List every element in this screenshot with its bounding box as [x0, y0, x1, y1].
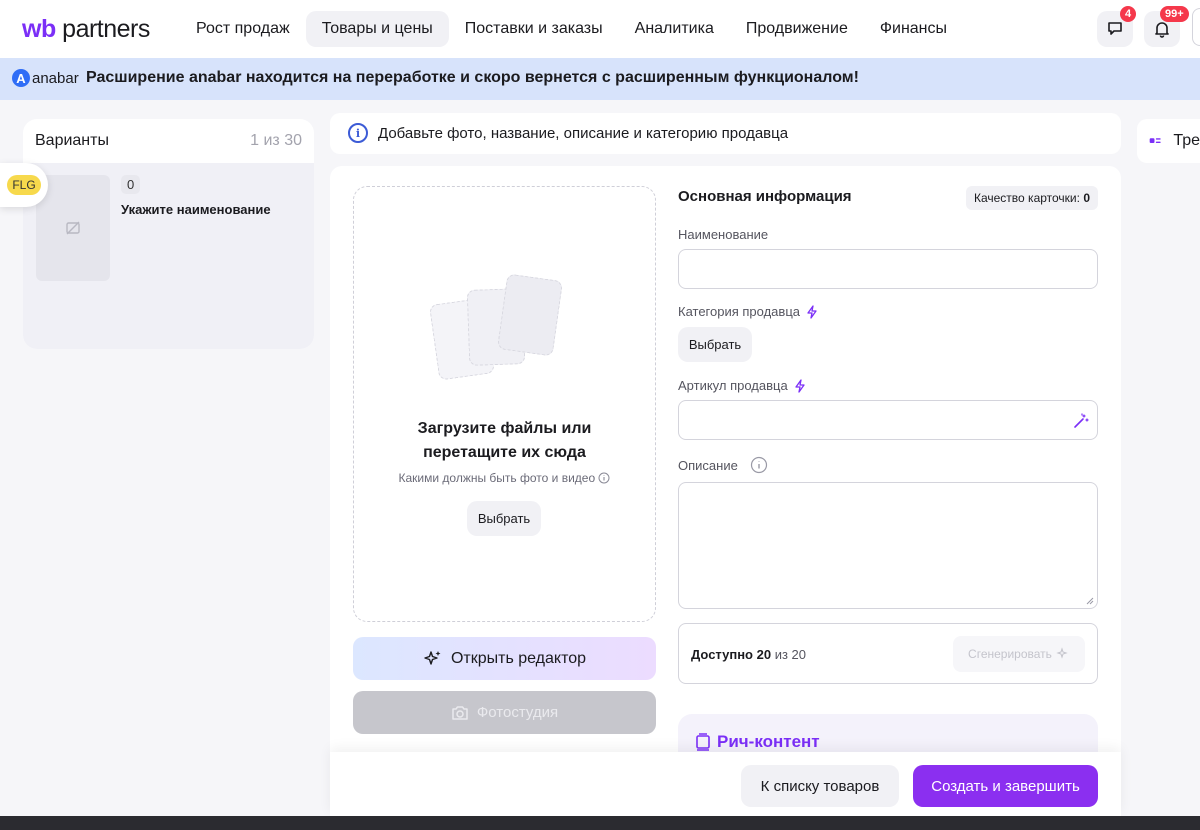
nav-item-products-prices[interactable]: Товары и цены — [305, 11, 449, 47]
variant-list-item[interactable]: 0 Укажите наименование — [23, 163, 314, 349]
wb-partners-logo[interactable]: wb partners — [22, 15, 150, 44]
logo-wb: wb — [22, 15, 56, 43]
description-label-text: Описание — [678, 457, 738, 473]
nav-item-finance[interactable]: Финансы — [864, 11, 963, 47]
available-value: 20 — [756, 647, 772, 662]
generation-availability: Доступно 20 из 20 — [691, 647, 806, 662]
main-nav: Рост продаж Товары и цены Поставки и зак… — [180, 11, 963, 47]
resize-handle-icon[interactable] — [1086, 597, 1094, 605]
variants-header: Варианты 1 из 30 — [23, 119, 314, 163]
nav-item-analytics[interactable]: Аналитика — [619, 11, 730, 47]
variants-count: 1 из 30 — [250, 132, 302, 149]
chat-badge: 4 — [1120, 6, 1137, 22]
sparkles-icon — [424, 650, 441, 665]
card-quality-value: 0 — [1083, 191, 1090, 205]
article-label-text: Артикул продавца — [678, 378, 788, 393]
back-to-products-button[interactable]: К списку товаров — [741, 765, 899, 807]
banner-message: Расширение anabar находится на переработ… — [86, 69, 859, 86]
variants-title: Варианты — [35, 132, 109, 149]
notifications-badge: 99+ — [1160, 6, 1189, 22]
anabar-logo-text: anabar — [32, 69, 79, 87]
product-card-editor: Загрузите файлы или перетащите их сюда К… — [330, 166, 1121, 816]
bell-icon — [1155, 22, 1169, 38]
name-label: Наименование — [678, 227, 768, 242]
anabar-banner: A anabar Расширение anabar находится на … — [0, 58, 1200, 100]
category-label: Категория продавца — [678, 304, 818, 319]
info-hint-text: Добавьте фото, название, описание и кате… — [378, 125, 789, 142]
chat-button[interactable]: 4 — [1097, 6, 1137, 47]
anabar-logo: A anabar — [12, 69, 79, 87]
generate-label: Сгенерировать — [968, 647, 1052, 661]
card-quality-badge: Качество карточки: 0 — [965, 186, 1098, 210]
open-editor-button[interactable]: Открыть редактор — [353, 637, 656, 680]
notifications-button[interactable]: 99+ — [1144, 6, 1189, 47]
article-input[interactable] — [678, 400, 1098, 440]
rich-content-label: Рич-контент — [717, 732, 820, 751]
create-and-finish-button[interactable]: Создать и завершить — [913, 765, 1098, 807]
generate-button[interactable]: Сгенерировать — [953, 636, 1085, 672]
window-bottom-edge — [0, 816, 1200, 830]
choose-category-button[interactable]: Выбрать — [678, 327, 752, 362]
rich-content-icon — [696, 733, 710, 751]
camera-icon — [452, 705, 468, 720]
choose-files-button[interactable]: Выбрать — [467, 501, 541, 536]
magic-wand-icon[interactable] — [1073, 413, 1089, 429]
open-editor-label: Открыть редактор — [450, 649, 587, 667]
name-label-text: Наименование — [678, 227, 769, 242]
sparkles-icon — [1056, 647, 1068, 659]
action-footer: К списку товаров Создать и завершить — [330, 752, 1121, 816]
info-circle-icon — [598, 472, 610, 484]
lightning-icon — [795, 378, 805, 393]
dropzone-title-line2: перетащите их сюда — [423, 444, 586, 461]
media-requirements-text: Какими должны быть фото и видео — [398, 471, 596, 485]
nav-item-supplies-orders[interactable]: Поставки и заказы — [449, 11, 619, 47]
variants-panel: Варианты 1 из 30 0 Укажите наименование — [23, 119, 314, 349]
flg-label: FLG — [7, 175, 41, 195]
flg-extension-button[interactable]: FLG — [0, 163, 48, 207]
variant-number: 0 — [121, 175, 141, 194]
lightning-icon — [807, 304, 817, 319]
photo-studio-label: Фотостудия — [476, 704, 559, 721]
chat-icon — [1108, 22, 1122, 35]
top-navigation: wb partners Рост продаж Товары и цены По… — [0, 0, 1200, 58]
profile-button-edge[interactable] — [1192, 8, 1200, 46]
requirements-panel-tab[interactable]: Тре — [1137, 119, 1200, 163]
available-total: из 20 — [774, 647, 807, 662]
variant-name: Укажите наименование — [121, 202, 271, 217]
upload-illustration — [428, 273, 569, 381]
logo-partners: partners — [55, 15, 150, 43]
media-requirements-link[interactable]: Какими должны быть фото и видео — [354, 471, 655, 485]
basic-info-title: Основная информация — [678, 188, 852, 205]
category-label-text: Категория продавца — [678, 304, 800, 319]
dropzone-title-line1: Загрузите файлы или — [417, 420, 592, 437]
list-card-icon — [1149, 138, 1161, 144]
description-label: Описание — [678, 456, 768, 474]
no-image-icon — [66, 221, 80, 235]
generation-box: Доступно 20 из 20 Сгенерировать — [678, 623, 1098, 684]
dropzone-title: Загрузите файлы или перетащите их сюда — [354, 417, 655, 465]
description-textarea[interactable] — [678, 482, 1098, 609]
info-icon: i — [348, 123, 368, 143]
nav-item-promotion[interactable]: Продвижение — [730, 11, 864, 47]
nav-item-sales-growth[interactable]: Рост продаж — [180, 11, 306, 47]
name-input[interactable] — [678, 249, 1098, 289]
article-label: Артикул продавца — [678, 378, 806, 393]
rich-content-title: Рич-контент — [695, 732, 820, 752]
anabar-logo-icon: A — [12, 69, 30, 87]
info-hint-bar: i Добавьте фото, название, описание и ка… — [330, 113, 1121, 154]
info-circle-icon[interactable] — [750, 456, 768, 474]
media-dropzone[interactable]: Загрузите файлы или перетащите их сюда К… — [353, 186, 656, 622]
available-label: Доступно — [691, 647, 753, 662]
photo-studio-button[interactable]: Фотостудия — [353, 691, 656, 734]
card-quality-label: Качество карточки: — [973, 191, 1080, 205]
requirements-panel-label: Тре — [1173, 132, 1200, 149]
